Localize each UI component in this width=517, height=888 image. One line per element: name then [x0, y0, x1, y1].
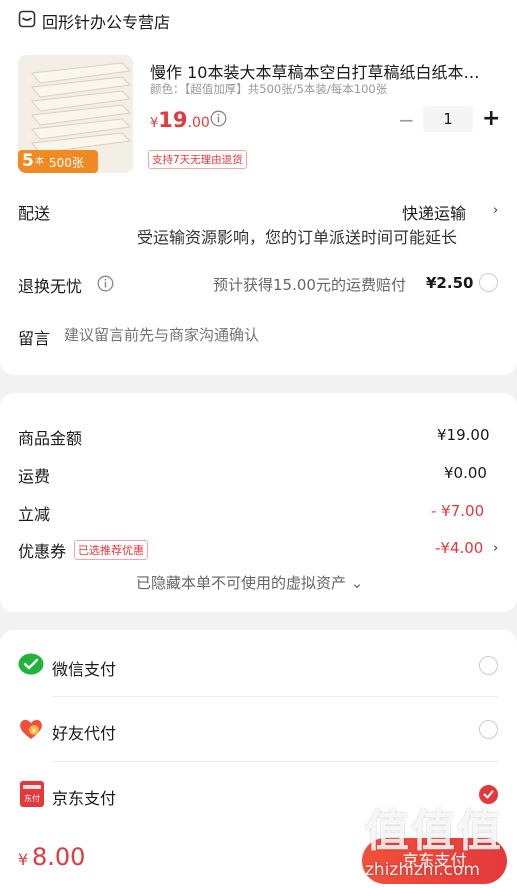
price-integer: 19 [158, 108, 188, 132]
watermark-url: zhizhizhi.com [365, 860, 480, 880]
product-title[interactable]: 慢作 10本装大本草稿本空白打草稿纸白纸本… [150, 59, 495, 83]
info-icon[interactable] [97, 275, 114, 292]
total-currency: ¥ [18, 850, 29, 869]
delivery-method[interactable]: 快递运输 [402, 200, 466, 224]
shop-name[interactable]: 回形针办公专营店 [42, 9, 170, 33]
goods-amount-label: 商品金额 [18, 429, 83, 448]
chevron-right-icon[interactable]: › [493, 203, 498, 218]
return-worry-free-radio[interactable] [479, 273, 498, 292]
message-label: 留言 [18, 329, 51, 348]
chevron-right-icon[interactable]: › [493, 541, 498, 556]
delivery-notice: 受运输资源影响，您的订单派送时间可能延长 [137, 228, 458, 247]
quantity-input[interactable]: 1 [423, 106, 473, 132]
discount-value: - ¥7.00 [431, 502, 485, 520]
info-icon[interactable] [210, 110, 227, 127]
price-decimal: .00 [187, 115, 210, 131]
payment-option-label: 微信支付 [52, 660, 117, 679]
total-amount: 8.00 [32, 843, 86, 871]
coupon-tag: 已选推荐优惠 [74, 540, 148, 560]
wechat-pay-icon [18, 653, 44, 675]
svg-text:¥: ¥ [32, 727, 37, 735]
coupon-value[interactable]: -¥4.00 [435, 539, 483, 557]
payment-radio[interactable] [479, 720, 498, 739]
product-spec[interactable]: 颜色：【超值加厚】共500张/5本装/每本100张 [150, 81, 387, 97]
payment-option-label: 京东支付 [52, 789, 117, 808]
divider [52, 761, 499, 762]
jd-pay-icon: 东付 [20, 781, 44, 807]
return-worry-free-label: 退换无忧 [18, 277, 83, 296]
freight-value: ¥0.00 [444, 464, 487, 482]
return-policy-badge: 支持7天无理由退货 [148, 150, 247, 169]
return-worry-free-desc: 预计获得15.00元的运费赔付 [213, 276, 406, 294]
goods-amount-value: ¥19.00 [437, 426, 490, 444]
delivery-label: 配送 [18, 204, 51, 223]
thumb-badge-count: 5 [22, 151, 34, 171]
payment-option-friend[interactable]: ¥ 好友代付 [0, 708, 517, 750]
message-input[interactable] [64, 322, 494, 348]
friend-pay-icon: ¥ [20, 719, 42, 739]
price-summary-card: 商品金额 ¥19.00 运费 ¥0.00 立减 - ¥7.00 优惠券 已选推荐… [0, 393, 517, 612]
thumb-badge-unit: 本 [35, 157, 45, 167]
quantity-decrease-button[interactable]: − [398, 108, 415, 132]
order-item-card: 回形针办公专营店 5 本 500张 慢作 10本装大本草稿本空白打草稿纸白纸本…… [0, 0, 517, 375]
return-worry-free-price: ¥2.50 [426, 274, 474, 292]
jd-icon-text: 东付 [24, 794, 40, 803]
coupon-label: 优惠券 [18, 542, 67, 561]
discount-label: 立减 [18, 505, 51, 524]
watermark-logo: 值值值 [365, 806, 503, 857]
quantity-increase-button[interactable]: + [482, 106, 500, 131]
product-thumbnail[interactable]: 5 本 500张 [18, 55, 133, 173]
shop-icon [18, 10, 36, 28]
divider [52, 696, 499, 697]
product-price: ¥19.00 [150, 108, 210, 132]
thumb-badge-sheets: 500张 [49, 156, 84, 170]
payment-option-wechat[interactable]: 微信支付 [0, 644, 517, 686]
hidden-assets-toggle[interactable]: 已隐藏本单不可使用的虚拟资产 ⌄ [136, 572, 363, 593]
freight-label: 运费 [18, 467, 51, 486]
payment-radio[interactable] [479, 656, 498, 675]
payment-option-label: 好友代付 [52, 724, 117, 743]
